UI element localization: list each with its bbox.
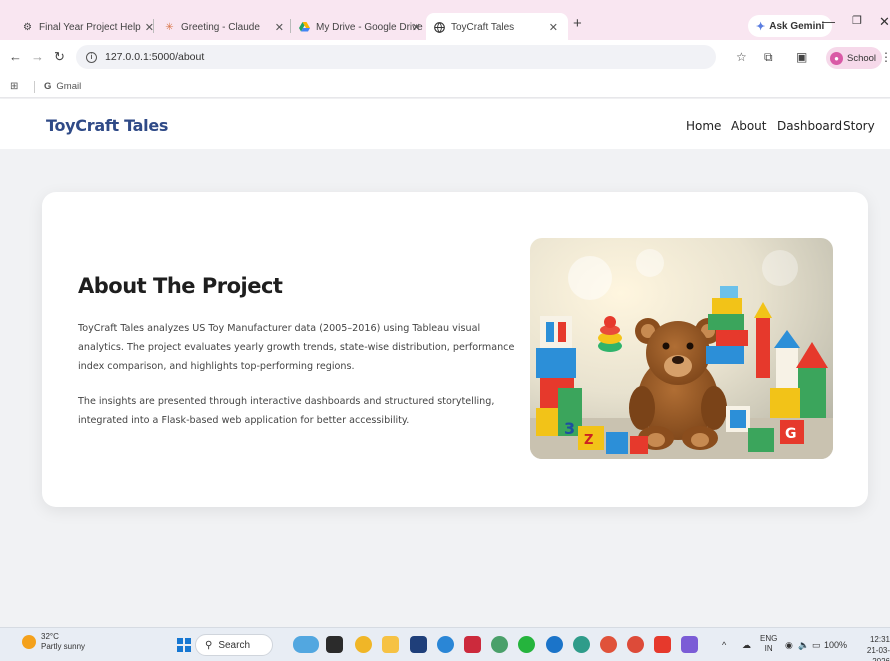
tab-title: ToyCraft Tales <box>451 21 515 33</box>
weather-temperature: 32°C <box>41 632 59 641</box>
google-g-icon: G <box>44 81 52 92</box>
nav-link-home[interactable]: Home <box>686 119 721 133</box>
chrome-icon[interactable] <box>627 636 644 653</box>
close-icon[interactable]: ✕ <box>412 21 421 34</box>
tab-title: My Drive - Google Drive <box>316 21 423 33</box>
close-window-icon[interactable]: ✕ <box>879 14 890 30</box>
svg-text:Z: Z <box>584 433 593 448</box>
site-brand-logo[interactable]: ToyCraft Tales <box>46 116 168 135</box>
bookmark-gmail[interactable]: G Gmail <box>44 81 81 92</box>
address-bar[interactable]: i 127.0.0.1:5000/about <box>76 45 716 69</box>
onedrive-icon[interactable]: ☁ <box>742 640 751 651</box>
store-icon[interactable] <box>410 636 427 653</box>
about-paragraph-1: ToyCraft Tales analyzes US Toy Manufactu… <box>78 323 515 372</box>
extensions-icon[interactable]: ⧉ <box>764 50 773 65</box>
tab-title: Greeting - Claude <box>181 21 260 33</box>
people-icon[interactable] <box>293 636 319 653</box>
app-icon[interactable] <box>491 636 508 653</box>
app-icon[interactable] <box>600 636 617 653</box>
task-view-icon[interactable] <box>326 636 343 653</box>
search-icon: ⚲ <box>205 639 213 651</box>
tab-toycraft-tales[interactable]: ToyCraft Tales ✕ <box>426 13 568 41</box>
reload-icon[interactable]: ↻ <box>54 49 65 65</box>
close-icon[interactable]: ✕ <box>275 21 284 34</box>
weather-widget[interactable]: 32°C Partly sunny <box>22 632 85 652</box>
forward-arrow-icon[interactable]: → <box>31 49 44 64</box>
app-icon[interactable] <box>573 636 590 653</box>
tab-greeting-claude[interactable]: ✳ Greeting - Claude ✕ <box>156 13 294 41</box>
battery-level: 100% <box>824 640 848 650</box>
tab-final-year-project-help[interactable]: ⚙ Final Year Project Help ✕ <box>14 13 164 41</box>
widgets-icon[interactable] <box>355 636 372 653</box>
browser-toolbar: ← → ↻ i 127.0.0.1:5000/about ☆ ⧉ ▣ ● Sch… <box>0 40 890 76</box>
nav-link-dashboard[interactable]: Dashboard <box>777 119 842 133</box>
edge-icon[interactable] <box>437 636 454 653</box>
hp-icon[interactable] <box>546 636 563 653</box>
apps-grid-icon[interactable]: ⊞ <box>10 81 18 92</box>
windows-start-icon[interactable] <box>177 638 191 652</box>
bookmarks-bar: ⊞ G Gmail <box>0 76 890 98</box>
side-panel-icon[interactable]: ▣ <box>796 50 807 64</box>
site-info-icon[interactable]: i <box>86 51 97 63</box>
more-menu-icon[interactable]: ⋮ <box>880 50 890 64</box>
minimize-icon[interactable]: — <box>822 14 835 29</box>
vscode-icon[interactable] <box>681 636 698 653</box>
toys-image: 3 G Z <box>530 238 833 459</box>
ask-gemini-button[interactable]: ✦ Ask Gemini <box>748 15 833 37</box>
about-paragraph-2: The insights are presented through inter… <box>78 396 495 426</box>
chevron-up-icon[interactable]: ^ <box>722 640 726 650</box>
volume-icon[interactable]: 🔈 <box>798 640 809 651</box>
bookmark-star-icon[interactable]: ☆ <box>736 50 747 64</box>
avatar: ● <box>830 51 843 65</box>
nav-link-about[interactable]: About <box>731 119 766 133</box>
clock-time: 12:31 <box>869 635 890 644</box>
profile-button[interactable]: ● School <box>826 47 883 69</box>
language-code: ENG <box>760 634 778 643</box>
whatsapp-icon[interactable] <box>518 636 535 653</box>
taskbar-search[interactable]: ⚲ Search <box>195 634 273 656</box>
close-icon[interactable]: ✕ <box>549 21 558 34</box>
sun-icon <box>22 635 36 649</box>
language-indicator[interactable]: ENG IN <box>760 634 777 654</box>
globe-icon <box>434 21 445 33</box>
bookmark-label: Gmail <box>56 81 82 92</box>
svg-text:3: 3 <box>564 419 575 438</box>
windows-taskbar: 32°C Partly sunny ⚲ Search ^ ☁ ENG IN ◉ … <box>0 627 890 661</box>
back-arrow-icon[interactable]: ← <box>9 49 22 64</box>
chatgpt-icon: ⚙ <box>23 21 32 33</box>
wifi-icon[interactable]: ◉ <box>785 640 793 651</box>
file-explorer-icon[interactable] <box>382 636 399 653</box>
weather-description: Partly sunny <box>41 642 86 651</box>
tab-title: Final Year Project Help <box>39 21 141 33</box>
svg-text:G: G <box>785 426 797 442</box>
nav-link-story[interactable]: Story <box>843 119 875 133</box>
tab-google-drive[interactable]: My Drive - Google Drive ✕ <box>291 13 431 41</box>
browser-tab-strip: ⚙ Final Year Project Help ✕ ✳ Greeting -… <box>0 0 890 41</box>
site-navbar: ToyCraft Tales Home About Dashboard Stor… <box>0 99 890 149</box>
ask-gemini-label: Ask Gemini <box>769 20 825 32</box>
system-clock[interactable]: 12:31 21-03-2026 <box>852 634 890 661</box>
mcafee-icon[interactable] <box>464 636 481 653</box>
page-title: About The Project <box>78 274 283 298</box>
google-drive-icon <box>299 22 310 33</box>
clock-date: 21-03-2026 <box>866 646 890 661</box>
claude-icon: ✳ <box>165 21 174 33</box>
gemini-sparkle-icon: ✦ <box>756 20 766 33</box>
battery-icon[interactable]: ▭ <box>812 640 821 651</box>
restore-icon[interactable]: ❐ <box>852 14 862 27</box>
profile-label: School <box>847 52 877 64</box>
new-tab-button[interactable]: + <box>573 15 582 32</box>
url-text: 127.0.0.1:5000/about <box>105 51 205 63</box>
region-code: IN <box>764 644 773 653</box>
search-label: Search <box>218 639 251 651</box>
about-card: About The Project ToyCraft Tales analyze… <box>42 192 868 507</box>
app-icon[interactable] <box>654 636 671 653</box>
